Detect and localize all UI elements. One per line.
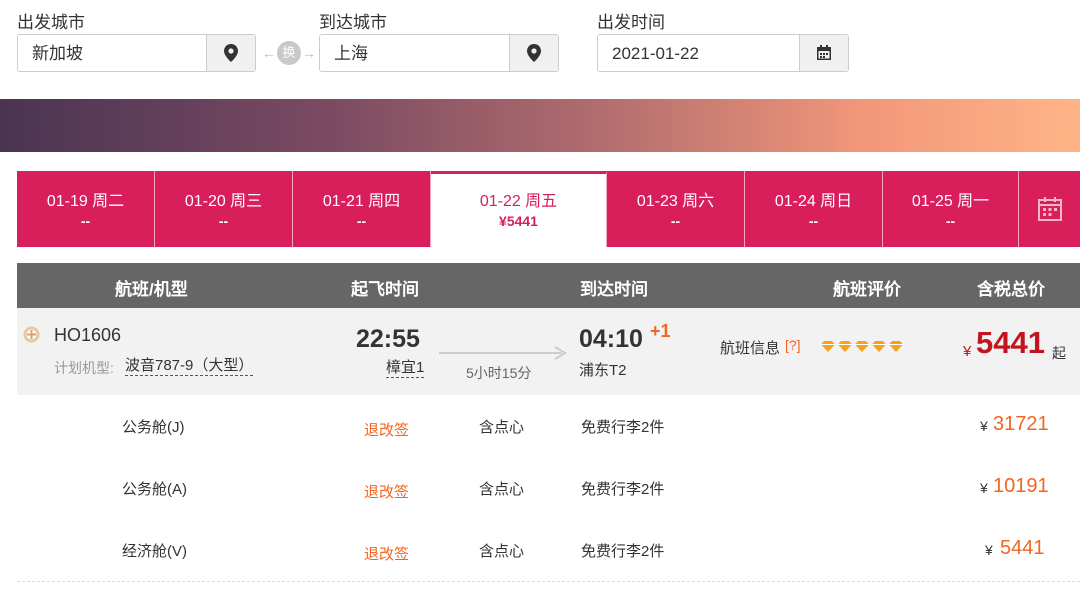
flight-info-link[interactable]: 航班信息 [720,337,780,358]
baggage-info: 免费行李2件 [581,543,665,560]
refund-rules-link[interactable]: 退改签 [364,543,409,564]
diamond-icon [872,341,886,352]
date-tab-0122-selected[interactable]: 01-22 周五 ¥5441 [431,171,607,247]
cabin-name: 经济舱(V) [122,543,187,560]
refund-rules-link[interactable]: 退改签 [364,419,409,440]
location-pin-icon [224,44,238,62]
cabin-price[interactable]: 31721 [993,413,1049,436]
cabin-name: 公务舱(A) [122,481,187,498]
cabin-name: 公务舱(J) [122,419,185,436]
date-tab-0121[interactable]: 01-21 周四 -- [293,171,431,247]
airline-logo [23,326,40,348]
cabin-price[interactable]: 10191 [993,475,1049,498]
diamond-icon [889,341,903,352]
meal-info: 含点心 [479,543,525,560]
date-tab-0124[interactable]: 01-24 周日 -- [745,171,883,247]
header-flight: 航班/机型 [115,280,188,299]
baggage-info: 免费行李2件 [581,419,665,436]
meal-info: 含点心 [479,419,525,436]
header-arrive[interactable]: 到达时间 [580,275,648,300]
depart-date-input[interactable]: 2021-01-22 [598,35,799,71]
calendar-button[interactable] [799,35,848,71]
cabin-price-currency: ¥ [980,418,988,434]
date-tab-0123[interactable]: 01-23 周六 -- [607,171,745,247]
date-tab-price: -- [808,213,819,229]
to-city-label: 到达城市 [319,13,387,32]
to-city-input[interactable]: 上海 [320,35,509,71]
cabin-row[interactable]: 公务舱(A) 退改签 含点心 免费行李2件 ¥ 10191 [17,457,1080,520]
from-city-field[interactable]: 新加坡 [17,34,256,72]
calendar-icon [817,45,831,60]
swap-cities-button[interactable]: ← 换 → [259,40,319,66]
results-table-header: 航班/机型 起飞时间 到达时间 航班评价 含税总价 [17,263,1080,308]
from-city-input[interactable]: 新加坡 [18,35,206,71]
arrive-airport: 浦东T2 [579,362,627,379]
location-pin-icon [527,44,541,62]
location-pin-button[interactable] [206,35,255,71]
date-tab-0125[interactable]: 01-25 周一 -- [883,171,1019,247]
diamond-icon [855,341,869,352]
cabin-row[interactable]: 经济舱(V) 退改签 含点心 免费行李2件 ¥ 5441 [17,519,1080,582]
arrive-time: 04:10 [579,325,643,353]
date-tab-price: -- [80,213,91,229]
arrow-left-icon: ← [262,45,276,61]
date-tab-price: -- [356,213,367,229]
date-tab-price: -- [670,213,681,229]
location-pin-button[interactable] [509,35,558,71]
baggage-info: 免费行李2件 [581,481,665,498]
day-offset: +1 [650,321,671,341]
meal-info: 含点心 [479,481,525,498]
diamond-icon [821,341,835,352]
date-tab-date: 01-19 周二 [46,193,125,210]
depart-date-field[interactable]: 2021-01-22 [597,34,849,72]
date-tab-date: 01-23 周六 [636,193,715,210]
depart-airport[interactable]: 樟宜1 [386,359,425,378]
date-tab-price: -- [218,213,229,229]
flight-number[interactable]: HO1606 [54,325,121,346]
promo-banner [0,99,1080,152]
flight-info-help[interactable]: [?] [785,337,801,353]
from-city-label: 出发城市 [17,13,85,32]
date-tab-date: 01-21 周四 [322,193,401,210]
date-tab-date: 01-24 周日 [774,193,853,210]
date-tab-date: 01-25 周一 [911,193,990,210]
cabin-price[interactable]: 5441 [1000,537,1045,560]
flight-duration: 5小时15分 [466,365,532,381]
diamond-icon [838,341,852,352]
cabin-price-currency: ¥ [985,542,993,558]
refund-rules-link[interactable]: 退改签 [364,481,409,502]
depart-time: 22:55 [356,325,420,353]
flight-row[interactable]: HO1606 计划机型: 波音787-9（大型） 22:55 樟宜1 5小时15… [17,308,1080,395]
aircraft-type[interactable]: 波音787-9（大型） [125,357,254,376]
calendar-icon [1037,197,1062,221]
lowest-price[interactable]: 5441 [976,325,1045,361]
header-depart[interactable]: 起飞时间 [351,275,419,300]
arrow-right-icon: → [302,45,316,61]
depart-date-label: 出发时间 [597,13,665,32]
date-tab-bar: 01-19 周二 -- 01-20 周三 -- 01-21 周四 -- 01-2… [17,171,1080,247]
header-price[interactable]: 含税总价 [977,275,1045,300]
rating-diamonds [821,341,903,352]
cabin-row[interactable]: 公务舱(J) 退改签 含点心 免费行李2件 ¥ 31721 [17,395,1080,458]
cabin-price-currency: ¥ [980,480,988,496]
date-tab-0119[interactable]: 01-19 周二 -- [17,171,155,247]
date-tab-price: -- [945,213,956,229]
date-calendar-button[interactable] [1019,171,1080,247]
aircraft-label: 计划机型: [54,360,114,376]
date-tab-price: ¥5441 [499,213,538,229]
date-tab-0120[interactable]: 01-20 周三 -- [155,171,293,247]
date-tab-date: 01-22 周五 [479,193,558,210]
price-currency: ¥ [963,343,972,360]
swap-label: 换 [277,41,301,65]
date-tab-date: 01-20 周三 [184,193,263,210]
price-from-suffix: 起 [1052,345,1066,361]
to-city-field[interactable]: 上海 [319,34,559,72]
header-rating: 航班评价 [833,280,901,299]
